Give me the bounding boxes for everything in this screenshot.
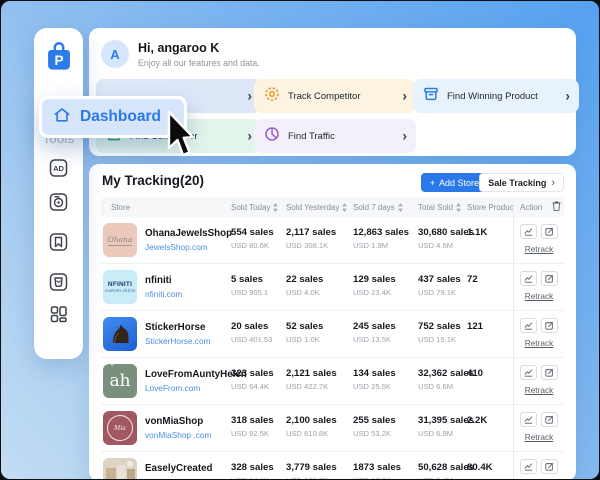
greeting-subtitle: Enjoy all our features and data.: [138, 58, 260, 68]
sort-icon[interactable]: [342, 203, 347, 212]
app-logo-icon: P: [45, 41, 73, 77]
analytics-button[interactable]: [520, 318, 537, 333]
tracking-title: My Tracking(20): [102, 173, 204, 188]
app-screen: P Tools AD Dashboard A Hi, angar: [1, 1, 599, 479]
mouse-cursor: [165, 110, 195, 167]
svg-text:P: P: [54, 53, 63, 68]
product-box-icon: [423, 86, 439, 107]
analytics-button[interactable]: [520, 412, 537, 427]
column-header-store-products[interactable]: Store Products: [467, 203, 513, 212]
retrack-link[interactable]: Retrack: [525, 338, 554, 348]
my-tracking-panel: My Tracking(20) + Add Store Sale Trackin…: [89, 164, 576, 479]
chevron-right-icon: ›: [247, 127, 252, 143]
chevron-right-icon: ›: [402, 127, 407, 143]
dashboard-label: Dashboard: [80, 108, 161, 126]
analytics-button[interactable]: [520, 271, 537, 286]
store-avatar: ah: [103, 364, 137, 398]
store-products-count: 2.2K: [467, 405, 513, 451]
store-products-count: 80.4K: [467, 452, 513, 479]
feature-card-label: Track Competitor: [288, 91, 361, 102]
edit-button[interactable]: [541, 224, 558, 239]
edit-button[interactable]: [541, 271, 558, 286]
add-store-button[interactable]: + Add Store: [421, 173, 488, 192]
retrack-link[interactable]: Retrack: [525, 244, 554, 254]
store-products-count: 121: [467, 311, 513, 357]
saved-book-icon[interactable]: [48, 231, 69, 252]
retrack-link[interactable]: Retrack: [525, 385, 554, 395]
table-row: Mia vonMiaShop vonMiaShop .com 318 sales…: [101, 405, 564, 452]
user-avatar[interactable]: A: [101, 40, 129, 68]
store-avatar: Ohana: [103, 223, 137, 257]
chevron-right-icon: ›: [551, 177, 555, 189]
greeting-text: Hi, angaroo K: [138, 41, 219, 55]
retrack-link[interactable]: Retrack: [525, 291, 554, 301]
store-products-count: 410: [467, 358, 513, 404]
store-name: OhanaJewelsShop: [145, 228, 232, 239]
table-row: EaselyCreated EaselyCreated .com 328 sal…: [101, 452, 564, 479]
sale-tracking-button[interactable]: Sale Tracking ›: [479, 173, 564, 192]
store-products-count: 72: [467, 264, 513, 310]
analytics-button[interactable]: [520, 365, 537, 380]
table-row: ah LoveFromAuntyHelen LoveFrom.com 323 s…: [101, 358, 564, 405]
dashboard-pill[interactable]: Dashboard: [42, 99, 184, 135]
column-header-action: Action: [513, 197, 564, 217]
analytics-button[interactable]: [520, 224, 537, 239]
store-avatar: NFINITIcustom shirts: [103, 270, 137, 304]
edit-button[interactable]: [541, 459, 558, 474]
sort-icon[interactable]: [273, 203, 278, 212]
product-scope-icon[interactable]: [48, 191, 69, 212]
store-domain-link[interactable]: StickerHorse.com: [145, 336, 210, 346]
sort-icon[interactable]: [398, 203, 403, 212]
retrack-link[interactable]: Retrack: [525, 432, 554, 442]
column-header-store[interactable]: Store: [101, 203, 231, 212]
sort-icon[interactable]: [456, 203, 461, 212]
store-domain-link[interactable]: EaselyCreated .com: [145, 477, 220, 479]
store-bag-icon[interactable]: [48, 271, 69, 292]
store-name: EaselyCreated: [145, 463, 220, 474]
table-header: Store Sold Today Sold Yesterday Sold 7 d…: [101, 197, 564, 217]
sidebar: P Tools AD: [34, 28, 83, 359]
column-header-sold-today[interactable]: Sold Today: [231, 203, 286, 212]
column-header-total-sold[interactable]: Total Sold: [418, 203, 467, 212]
trash-icon[interactable]: [552, 201, 561, 213]
feature-card-track-competitor[interactable]: Track Competitor ›: [254, 79, 416, 113]
feature-card-find-winning-product[interactable]: Find Winning Product ›: [413, 79, 579, 113]
edit-button[interactable]: [541, 318, 558, 333]
pie-chart-icon: [264, 126, 280, 147]
table-body: Ohana OhanaJewelsShop JewelsShop.com 554…: [101, 217, 564, 479]
table-row: StickerHorse StickerHorse.com 20 salesUS…: [101, 311, 564, 358]
chevron-right-icon: ›: [247, 87, 252, 103]
feature-card-find-traffic[interactable]: Find Traffic ›: [254, 119, 416, 153]
column-header-sold-yesterday[interactable]: Sold Yesterday: [286, 203, 353, 212]
svg-text:AD: AD: [53, 164, 64, 173]
store-domain-link[interactable]: JewelsShop.com: [145, 242, 232, 252]
plus-icon: +: [430, 178, 435, 188]
analytics-button[interactable]: [520, 459, 537, 474]
apps-grid-icon[interactable]: [48, 303, 69, 324]
table-row: Ohana OhanaJewelsShop JewelsShop.com 554…: [101, 217, 564, 264]
home-icon: [53, 107, 71, 128]
store-domain-link[interactable]: nfiniti.com: [145, 289, 182, 299]
store-avatar: [103, 317, 137, 351]
store-name: vonMiaShop: [145, 416, 211, 427]
target-icon: [264, 86, 280, 107]
chevron-right-icon: ›: [565, 87, 570, 103]
store-name: nfiniti: [145, 275, 182, 286]
store-avatar: Mia: [103, 411, 137, 445]
column-header-sold-7-days[interactable]: Sold 7 days: [353, 203, 418, 212]
ad-tool-icon[interactable]: AD: [48, 157, 69, 178]
store-avatar: [103, 458, 137, 479]
edit-button[interactable]: [541, 412, 558, 427]
store-name: StickerHorse: [145, 322, 210, 333]
table-row: NFINITIcustom shirts nfiniti nfiniti.com…: [101, 264, 564, 311]
chevron-right-icon: ›: [402, 87, 407, 103]
edit-button[interactable]: [541, 365, 558, 380]
feature-card-label: Find Traffic: [288, 131, 335, 142]
store-domain-link[interactable]: vonMiaShop .com: [145, 430, 211, 440]
store-products-count: 1.1K: [467, 217, 513, 263]
feature-card-label: Find Winning Product: [447, 91, 538, 102]
